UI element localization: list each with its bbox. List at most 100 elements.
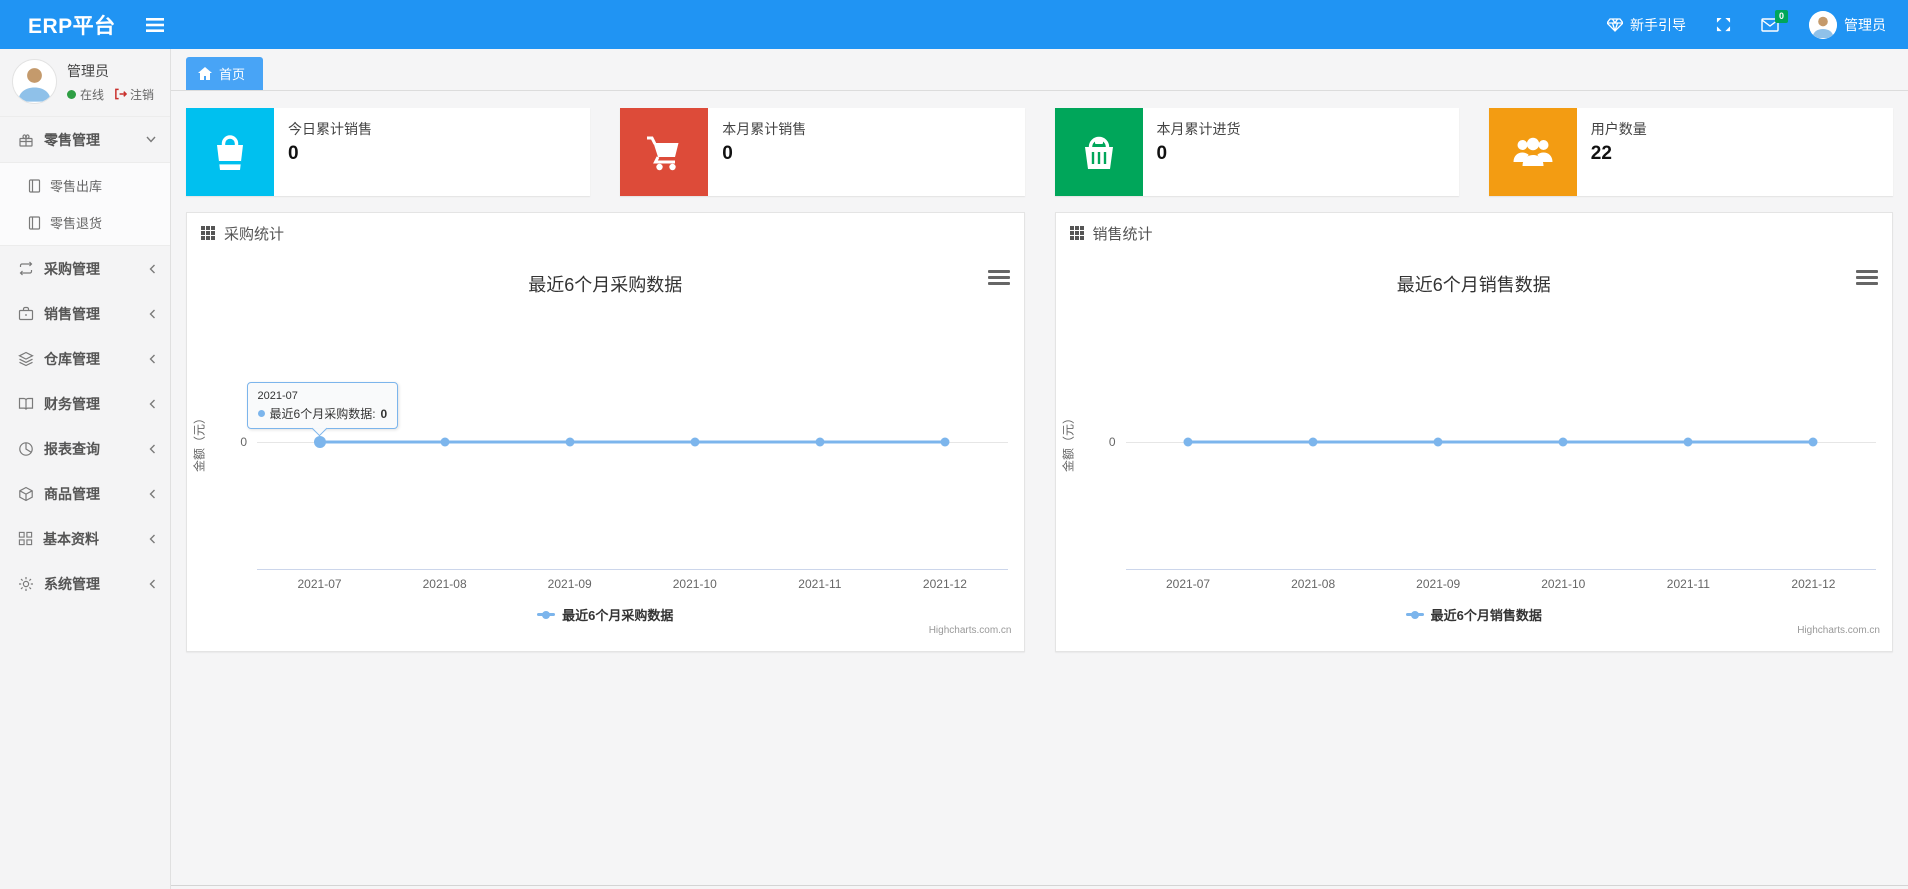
sidebar-item-warehouse[interactable]: 仓库管理 bbox=[0, 336, 170, 381]
purchase-chart: 最近6个月采购数据 0 金额（元） 2021-07 最近6个月采购数据: 0 2… bbox=[187, 253, 1024, 651]
x-axis-labels: 2021-07 2021-08 2021-09 2021-10 2021-11 2021-… bbox=[257, 577, 1008, 593]
user-menu[interactable]: 管理员 bbox=[1809, 10, 1886, 39]
x-axis-label: 2021-11 bbox=[1666, 577, 1710, 591]
sidebar-item-reports[interactable]: 报表查询 bbox=[0, 426, 170, 471]
stat-card-month-sales[interactable]: 本月累计销售 0 bbox=[620, 108, 1025, 196]
data-point[interactable] bbox=[1183, 437, 1193, 447]
data-point[interactable] bbox=[815, 437, 825, 447]
beginner-guide-label: 新手引导 bbox=[1630, 16, 1686, 33]
highcharts-credit-link[interactable]: Highcharts.com.cn bbox=[1797, 625, 1880, 636]
sidebar-item-retail-return[interactable]: 零售退货 bbox=[0, 204, 170, 241]
data-point[interactable] bbox=[1308, 437, 1318, 447]
sidebar-item-system[interactable]: 系统管理 bbox=[0, 561, 170, 606]
repeat-icon bbox=[19, 261, 33, 276]
chart-export-menu-button[interactable] bbox=[1856, 267, 1878, 287]
username-label: 管理员 bbox=[1844, 16, 1886, 33]
messages-button[interactable]: 0 bbox=[1761, 9, 1788, 32]
messages-count-badge: 0 bbox=[1774, 9, 1788, 23]
y-axis-title: 金额（元） bbox=[192, 411, 207, 473]
data-point[interactable] bbox=[690, 437, 700, 447]
purchase-stats-panel: 采购统计 最近6个月采购数据 0 金额（元） 2021-07 最近6个月采购数据… bbox=[186, 212, 1025, 652]
sidebar-item-label: 销售管理 bbox=[44, 305, 100, 322]
sidebar-item-retail-outbound[interactable]: 零售出库 bbox=[0, 167, 170, 204]
sidebar-item-label: 仓库管理 bbox=[44, 350, 100, 367]
highcharts-credit-link[interactable]: Highcharts.com.cn bbox=[929, 625, 1012, 636]
sidebar-item-label: 基本资料 bbox=[43, 530, 99, 547]
legend-label: 最近6个月采购数据 bbox=[562, 608, 674, 623]
data-point[interactable] bbox=[440, 437, 450, 447]
x-axis-line bbox=[1125, 569, 1876, 570]
logout-button[interactable]: 注销 bbox=[114, 86, 154, 103]
legend-item[interactable]: 最近6个月销售数据 bbox=[1056, 605, 1893, 624]
briefcase-icon bbox=[18, 306, 34, 321]
data-point[interactable] bbox=[1683, 437, 1693, 447]
x-axis-label: 2021-10 bbox=[1541, 577, 1586, 591]
plot-area: 0 金额（元） 2021-07 最近6个月采购数据: 0 bbox=[193, 373, 1008, 569]
stat-card-today-sales[interactable]: 今日累计销售 0 bbox=[186, 108, 591, 196]
legend-item[interactable]: 最近6个月采购数据 bbox=[187, 605, 1024, 624]
chevron-left-icon bbox=[149, 579, 155, 588]
stat-card-value: 0 bbox=[288, 143, 299, 164]
stat-card-month-purchase[interactable]: 本月累计进货 0 bbox=[1054, 108, 1459, 196]
data-point[interactable] bbox=[1808, 437, 1818, 447]
home-icon bbox=[198, 67, 212, 80]
beginner-guide-button[interactable]: 新手引导 bbox=[1607, 15, 1686, 35]
gift-icon bbox=[19, 133, 33, 147]
chevron-left-icon bbox=[149, 534, 155, 543]
legend-marker-icon bbox=[1405, 610, 1424, 619]
plot-area: 0 金额（元） bbox=[1061, 373, 1876, 569]
sales-chart: 最近6个月销售数据 0 金额（元） 2021-07 2021-08 2021-09 2… bbox=[1056, 253, 1893, 651]
chart-panels-row: 采购统计 最近6个月采购数据 0 金额（元） 2021-07 最近6个月采购数据… bbox=[171, 196, 1908, 652]
logout-label: 注销 bbox=[130, 87, 155, 102]
series-line bbox=[1188, 440, 1814, 444]
sidebar-menu: 零售管理 零售出库 零售退货 采购管理 销售管理 仓库管理 财务管理 报表查询 … bbox=[0, 117, 170, 606]
legend-label: 最近6个月销售数据 bbox=[1430, 608, 1542, 623]
tab-bar: 首页 bbox=[171, 49, 1908, 91]
stat-card-user-count[interactable]: 用户数量 22 bbox=[1488, 108, 1893, 196]
sidebar-item-label: 零售出库 bbox=[50, 179, 103, 194]
chevron-left-icon bbox=[149, 354, 155, 363]
sidebar-item-retail[interactable]: 零售管理 bbox=[0, 117, 170, 162]
sidebar-item-basic-data[interactable]: 基本资料 bbox=[0, 516, 170, 561]
sidebar-item-label: 财务管理 bbox=[44, 395, 100, 412]
sidebar-item-finance[interactable]: 财务管理 bbox=[0, 381, 170, 426]
chevron-left-icon bbox=[149, 399, 155, 408]
x-axis-label: 2021-12 bbox=[922, 577, 967, 591]
chevron-left-icon bbox=[149, 489, 155, 498]
data-point[interactable] bbox=[1558, 437, 1568, 447]
data-point[interactable] bbox=[1433, 437, 1443, 447]
tooltip-series-label: 最近6个月采购数据: bbox=[269, 407, 376, 421]
sidebar-item-label: 系统管理 bbox=[44, 575, 100, 592]
fullscreen-button[interactable] bbox=[1716, 17, 1731, 32]
y-axis-tick: 0 bbox=[1108, 435, 1116, 449]
sidebar-toggle-button[interactable] bbox=[145, 17, 164, 32]
tab-home[interactable]: 首页 bbox=[186, 57, 264, 90]
legend-marker-icon bbox=[537, 610, 556, 619]
sidebar-item-label: 零售管理 bbox=[44, 131, 100, 148]
hamburger-icon bbox=[145, 17, 164, 32]
data-point[interactable] bbox=[313, 436, 326, 448]
avatar bbox=[12, 59, 57, 104]
x-axis-label: 2021-09 bbox=[1416, 577, 1461, 591]
sidebar-item-goods[interactable]: 商品管理 bbox=[0, 471, 170, 516]
chart-tooltip: 2021-07 最近6个月采购数据: 0 bbox=[246, 382, 399, 429]
user-name: 管理员 bbox=[67, 62, 109, 79]
x-axis-label: 2021-08 bbox=[1291, 577, 1336, 591]
x-axis-label: 2021-11 bbox=[798, 577, 842, 591]
sidebar-item-purchase[interactable]: 采购管理 bbox=[0, 246, 170, 291]
data-point[interactable] bbox=[940, 437, 950, 447]
panel-header: 销售统计 bbox=[1056, 213, 1893, 253]
avatar bbox=[1809, 10, 1837, 39]
sidebar-submenu-retail: 零售出库 零售退货 bbox=[0, 162, 170, 246]
x-axis-label: 2021-08 bbox=[422, 577, 467, 591]
gear-icon bbox=[19, 576, 33, 591]
diamond-icon bbox=[1607, 17, 1623, 32]
online-status-label: 在线 bbox=[80, 87, 105, 102]
data-point[interactable] bbox=[565, 437, 575, 447]
sidebar-item-sales[interactable]: 销售管理 bbox=[0, 291, 170, 336]
stat-card-value: 0 bbox=[722, 143, 733, 164]
y-axis-tick: 0 bbox=[240, 435, 247, 449]
chart-export-menu-button[interactable] bbox=[987, 267, 1010, 287]
main-content: 首页 今日累计销售 0 本月累计销售 0 本月累计进货 0 用户数量 22 采购… bbox=[171, 49, 1908, 889]
tab-home-label: 首页 bbox=[219, 67, 246, 82]
